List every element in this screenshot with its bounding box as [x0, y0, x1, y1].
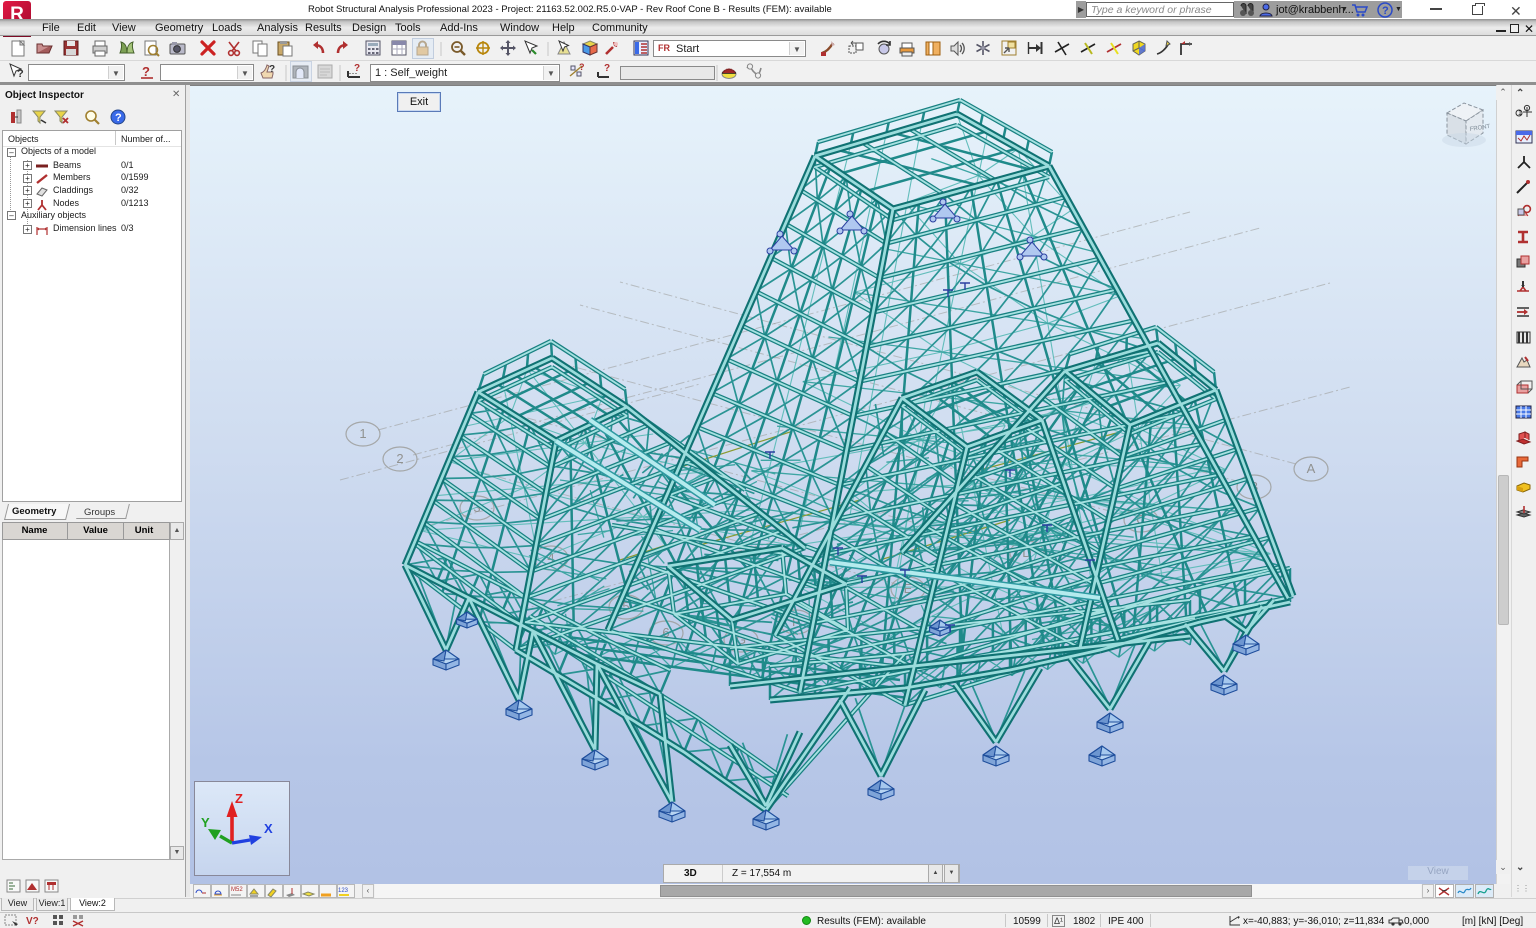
- svg-text:Z: Z: [235, 791, 243, 806]
- svg-text:?: ?: [269, 64, 275, 75]
- svg-text:X: X: [264, 821, 273, 836]
- svg-text:1: 1: [1518, 110, 1522, 117]
- svg-text:123: 123: [338, 888, 349, 894]
- svg-text:1: 1: [359, 426, 366, 441]
- svg-text:Y: Y: [201, 815, 210, 830]
- svg-text:A: A: [1307, 461, 1316, 476]
- svg-text:?: ?: [579, 63, 585, 72]
- svg-text:?: ?: [354, 63, 360, 74]
- svg-text:?: ?: [1382, 5, 1389, 17]
- svg-text:V?: V?: [26, 916, 39, 927]
- svg-text:?: ?: [604, 63, 610, 74]
- svg-text:M52: M52: [231, 887, 243, 893]
- svg-text:?: ?: [115, 112, 122, 124]
- svg-text:2: 2: [396, 451, 403, 466]
- svg-text:?: ?: [142, 64, 150, 79]
- svg-text:?: ?: [17, 68, 24, 80]
